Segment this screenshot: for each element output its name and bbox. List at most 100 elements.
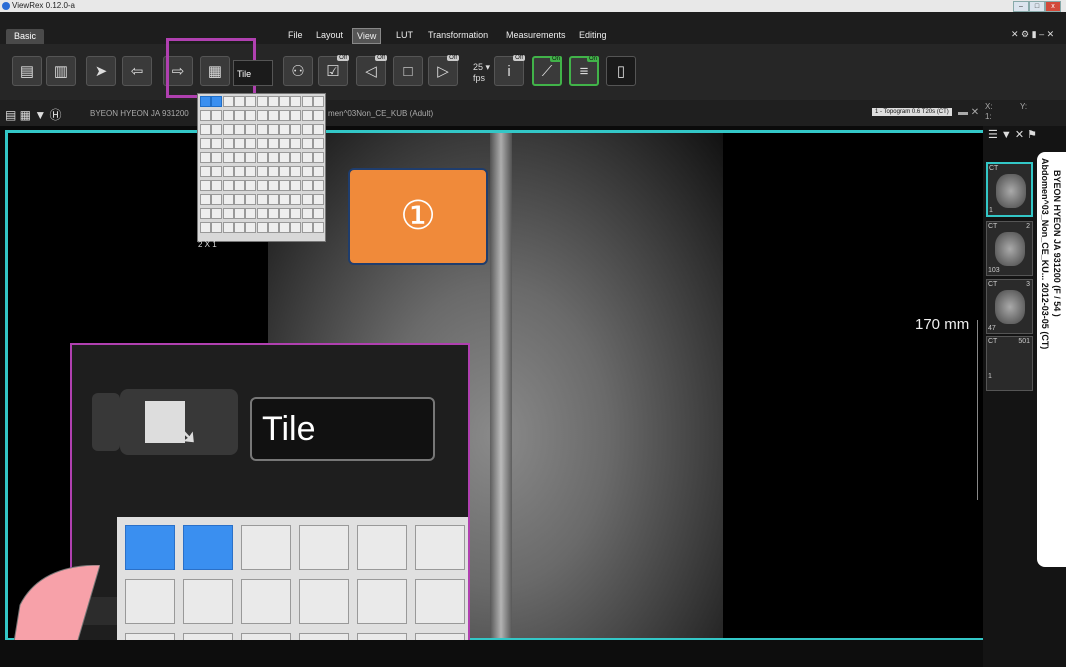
tile-grid-cell[interactable] [245,110,257,121]
menu-editing[interactable]: Editing [575,28,611,42]
series-thumb[interactable]: CT 3 47 [986,279,1033,334]
tile-grid-cell[interactable] [290,166,302,177]
tile-grid-cell[interactable] [301,152,313,163]
tile-grid-cell[interactable] [233,194,245,205]
tile-grid-cell[interactable] [313,194,324,205]
report-icon[interactable]: ▥ [46,56,76,86]
close-button[interactable]: x [1045,1,1061,12]
tile-grid-cell[interactable] [256,208,268,219]
tile-grid-cell[interactable] [267,138,279,149]
tile-grid-cell[interactable] [313,152,324,163]
tile-grid-cell[interactable] [222,138,234,149]
window-icons[interactable]: ▬ ✕ [958,107,979,118]
patient-list-icon[interactable]: ▤ [12,56,42,86]
tile-grid-cell[interactable] [200,222,211,233]
tile-grid-cell[interactable] [290,152,302,163]
tile-grid-cell[interactable] [279,138,291,149]
play-back-icon[interactable]: ◁ Off [356,55,387,86]
panel-tools-icons[interactable]: ☰ ▼ ✕ ⚑ [988,128,1037,141]
tile-grid-popup[interactable] [197,93,326,242]
tile-grid-cell[interactable] [301,166,313,177]
tile-grid-cell[interactable] [267,166,279,177]
tile-grid-cell[interactable] [222,208,234,219]
tile-grid-cell[interactable] [200,152,211,163]
tile-grid-cell[interactable] [256,152,268,163]
pointer-icon[interactable]: ➤ [86,56,116,86]
tile-grid-cell[interactable] [233,138,245,149]
tile-grid-cell[interactable] [279,110,291,121]
tile-grid-cell[interactable] [256,110,268,121]
ruler-toggle-icon[interactable]: ⟋ On [532,56,562,86]
tile-grid-cell[interactable] [211,194,223,205]
series-thumb[interactable]: CT 2 103 [986,221,1033,276]
tile-grid-cell[interactable] [313,110,324,121]
menu-file[interactable]: File [284,28,307,42]
menu-measurements[interactable]: Measurements [502,28,570,42]
tile-grid-cell[interactable] [245,124,257,135]
series-select[interactable]: 1 - Topogram 0.6 T20s (CT) [872,108,952,116]
tile-grid-cell[interactable] [290,194,302,205]
tile-grid-cell[interactable] [301,96,313,107]
series-thumb-selected[interactable]: CT 1 [986,162,1033,217]
tile-grid-cell[interactable] [256,124,268,135]
fps-control[interactable]: 25 ▾ fps [473,62,490,83]
tile-grid-cell[interactable] [256,138,268,149]
tile-button[interactable]: Tile [233,60,273,86]
tile-grid-cell[interactable] [267,208,279,219]
tile-grid-cell[interactable] [245,180,257,191]
tile-grid-cell[interactable] [245,152,257,163]
tile-grid-cell[interactable] [290,124,302,135]
tile-grid-cell[interactable] [222,180,234,191]
tile-grid-cell[interactable] [211,138,223,149]
tile-grid-cell[interactable] [245,96,257,107]
tile-grid-cell[interactable] [245,208,257,219]
tile-grid-cell[interactable] [301,180,313,191]
tile-grid-cell[interactable] [267,152,279,163]
tile-grid-cell[interactable] [290,138,302,149]
tile-grid-cell[interactable] [313,124,324,135]
measure-toggle-icon[interactable]: ≡ On [569,56,599,86]
tile-layout-icon[interactable]: ▦ [200,56,230,86]
tile-grid-cell[interactable] [245,222,257,233]
tile-grid-cell[interactable] [245,194,257,205]
tile-grid-cell[interactable] [222,110,234,121]
tile-grid-cell[interactable] [290,180,302,191]
tile-grid-cell[interactable] [290,96,302,107]
layout-icons[interactable]: ▤ ▦ ▼ Ⓗ [5,106,62,123]
tile-grid-cell[interactable] [313,222,324,233]
tile-grid-cell[interactable] [200,208,211,219]
tile-grid-cell[interactable] [267,180,279,191]
tile-grid-cell[interactable] [233,152,245,163]
tile-grid-cell[interactable] [279,208,291,219]
overlay-toggle-icon[interactable]: ☑ Off [318,55,349,86]
stop-icon[interactable]: □ [393,56,423,86]
annotation-icon[interactable]: ⚇ [283,56,313,86]
tile-grid-cell[interactable] [233,110,245,121]
tile-grid-cell[interactable] [301,194,313,205]
tile-grid-cell[interactable] [301,110,313,121]
series-thumb[interactable]: CT 501 1 [986,336,1033,391]
tile-grid-cell[interactable] [290,110,302,121]
tile-grid-cell[interactable] [301,208,313,219]
tile-grid-cell[interactable] [301,222,313,233]
tile-grid-cell[interactable] [200,138,211,149]
tile-grid-cell[interactable] [233,180,245,191]
menu-layout[interactable]: Layout [312,28,347,42]
tile-grid-cell[interactable] [256,194,268,205]
minimize-button[interactable]: – [1013,1,1029,12]
tile-grid-cell[interactable] [200,96,211,107]
tile-grid-cell[interactable] [211,124,223,135]
tile-grid-cell[interactable] [267,194,279,205]
tab-basic[interactable]: Basic [6,29,45,44]
tile-grid-cell[interactable] [211,96,223,107]
tile-grid-cell[interactable] [301,138,313,149]
tile-grid-cell[interactable] [222,96,234,107]
tile-grid-cell[interactable] [222,152,234,163]
tile-grid-cell[interactable] [256,180,268,191]
dicom-info-icon[interactable]: ▯ [606,56,636,86]
menu-lut[interactable]: LUT [392,28,417,42]
tool-icons[interactable]: ✕ ⚙ ▮ – ✕ [1011,29,1054,40]
tile-grid-cell[interactable] [279,194,291,205]
tile-grid-cell[interactable] [313,138,324,149]
tile-grid-cell[interactable] [233,208,245,219]
